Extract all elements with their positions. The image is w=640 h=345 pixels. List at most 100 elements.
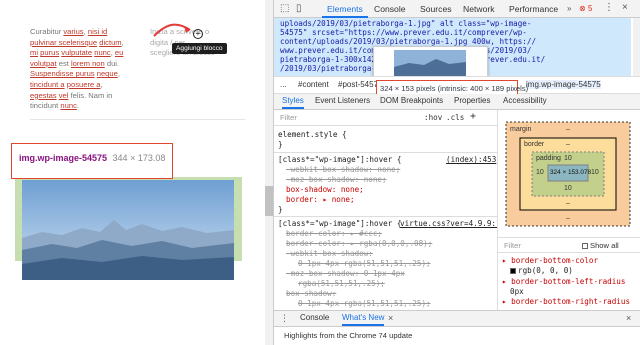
paragraph-link[interactable]: vulputate	[61, 48, 92, 57]
inspect-element-icon[interactable]: ⬚	[280, 3, 289, 14]
show-all-checkbox[interactable]: Show all	[582, 241, 619, 250]
tab-console[interactable]: Console	[374, 0, 406, 18]
paragraph-link[interactable]: neque	[97, 69, 118, 78]
image-preview-thumbnail	[374, 47, 487, 79]
paragraph-link[interactable]: egestas	[30, 91, 57, 100]
dom-scrollbar[interactable]	[633, 18, 640, 76]
tab-elements[interactable]: Elements	[322, 0, 368, 18]
close-icon[interactable]: ×	[622, 2, 628, 13]
css-property[interactable]: border: ▸ none;	[286, 195, 355, 204]
drawer-menu-icon[interactable]: ⋮	[280, 313, 289, 324]
paragraph-link[interactable]: dictum	[99, 38, 121, 47]
breadcrumb-img[interactable]: img.wp-image-54575	[526, 80, 601, 89]
tab-dom-breakpoints[interactable]: DOM Breakpoints	[380, 96, 443, 105]
paragraph-link[interactable]: varius	[63, 27, 83, 36]
devtools-drawer: ⋮ Console What's New × × Highlights from…	[274, 310, 640, 345]
paragraph-link[interactable]: lorem non	[71, 59, 105, 68]
checkbox-box[interactable]	[582, 243, 588, 249]
screenshot-root: Curabitur varius, nisi id pulvinar scele…	[0, 0, 640, 345]
computed-prop-name[interactable]: ▸ border-bottom-right-radius	[502, 297, 630, 306]
tab-properties[interactable]: Properties	[454, 96, 490, 105]
css-property-value[interactable]: rgba(51,51,51,.25);	[298, 279, 385, 288]
new-rule-button[interactable]: +	[470, 111, 476, 122]
paragraph-text: ,	[117, 69, 120, 79]
border-bottom-value[interactable]: –	[566, 200, 570, 207]
padding-left-value[interactable]: 10	[536, 169, 544, 176]
dom-line[interactable]: /2019/03/pietraborga-1-	[280, 64, 385, 73]
color-swatch[interactable]	[510, 268, 516, 274]
rule-selector[interactable]: [class*="wp-image"]:hover {	[278, 219, 401, 228]
web-page-viewport[interactable]: Curabitur varius, nisi id pulvinar scele…	[0, 0, 265, 345]
paragraph-link[interactable]: mi	[30, 48, 38, 57]
border-label: border	[524, 141, 545, 148]
margin-bottom-value[interactable]: –	[566, 215, 570, 222]
class-toggle-button[interactable]: .cls	[446, 113, 464, 122]
paragraph-link[interactable]: pulvinar scelerisque	[30, 38, 97, 47]
hover-state-button[interactable]: :hov	[424, 113, 442, 122]
css-property[interactable]: box-shadow: none;	[286, 185, 364, 194]
css-property[interactable]: -moz-box-shadow: none;	[286, 175, 387, 184]
drawer-close-icon[interactable]: ×	[626, 313, 631, 323]
breadcrumb-more[interactable]: ...	[280, 80, 287, 89]
css-property[interactable]: border-color: ▸ #ccc;	[286, 229, 382, 238]
computed-name: border-bottom-left-radius	[511, 277, 626, 286]
margin-top-value[interactable]: –	[566, 126, 570, 133]
drawer-tab-whats-new[interactable]: What's New	[342, 313, 385, 326]
mountain-image[interactable]	[22, 180, 234, 280]
computed-name: border-bottom-right-radius	[511, 297, 631, 306]
paragraph-link[interactable]: nunc	[60, 101, 76, 110]
dom-line[interactable]: uploads/2019/03/pietraborga-1.jpg" alt c…	[280, 19, 531, 28]
paragraph-link[interactable]: posuere a	[67, 80, 101, 89]
tab-sources[interactable]: Sources	[420, 0, 452, 18]
tab-styles[interactable]: Styles	[282, 96, 304, 109]
page-scrollbar-thumb[interactable]	[265, 186, 273, 216]
tab-network[interactable]: Network	[463, 0, 495, 18]
computed-prop-name[interactable]: ▸ border-bottom-color	[502, 256, 598, 265]
device-toolbar-icon[interactable]: ▯	[296, 3, 302, 14]
drawer-tab-close-icon[interactable]: ×	[388, 313, 393, 323]
paragraph-link[interactable]: nunc	[94, 48, 110, 57]
tab-accessibility[interactable]: Accessibility	[503, 96, 547, 105]
paragraph-link[interactable]: tincidunt a	[30, 80, 65, 89]
paragraph-block[interactable]: Curabitur varius, nisi id pulvinar scele…	[30, 27, 130, 112]
computed-value: 0px	[510, 287, 524, 296]
breadcrumb-content[interactable]: #content	[298, 80, 329, 89]
border-top-value[interactable]: –	[566, 141, 570, 148]
content-size[interactable]: 324 × 153.078	[550, 169, 591, 176]
error-count-badge[interactable]: ⊗ 5	[579, 4, 592, 13]
more-tabs-icon[interactable]: »	[567, 4, 571, 13]
paragraph-link[interactable]: purus	[40, 48, 59, 57]
page-scrollbar[interactable]	[265, 0, 273, 345]
breadcrumb-post[interactable]: #post-5457	[338, 80, 378, 89]
paragraph-link[interactable]: nisi id	[88, 27, 107, 36]
css-property-value[interactable]: 0 1px 4px rgba(51,51,51,.25);	[298, 259, 431, 268]
more-options-icon[interactable]: ⋮	[604, 2, 614, 13]
add-block-icon[interactable]: +	[193, 29, 203, 39]
rule-source-link[interactable]: (index):453	[446, 155, 496, 164]
paragraph-link[interactable]: vel	[59, 91, 69, 100]
computed-prop-name[interactable]: ▸ border-bottom-left-radius	[502, 277, 625, 286]
drawer-tab-console[interactable]: Console	[300, 313, 329, 322]
padding-top-value[interactable]: 10	[564, 155, 572, 162]
styles-filter-input[interactable]: Filter	[280, 113, 297, 122]
rule-selector[interactable]: [class*="wp-image"]:hover {	[278, 155, 401, 164]
padding-right-value[interactable]: 10	[591, 169, 599, 176]
rule-source-link[interactable]: virtue.css?ver=4.9.9:1	[400, 219, 497, 228]
css-property[interactable]: -moz-box-shadow: 0 1px 4px	[286, 269, 405, 278]
padding-bottom-value[interactable]: 10	[564, 185, 572, 192]
paragraph-link[interactable]: Suspendisse purus	[30, 69, 95, 78]
paragraph-text: ,	[100, 79, 103, 89]
mountain-landscape-image	[22, 180, 234, 280]
css-property-value[interactable]: 0 1px 4px rgba(51,51,51,.25);	[298, 299, 431, 308]
css-property[interactable]: border-color: ▸ rgba(0,0,0,.08);	[286, 239, 432, 248]
tab-event-listeners[interactable]: Event Listeners	[315, 96, 370, 105]
css-property[interactable]: -webkit-box-shadow:	[286, 249, 373, 258]
dom-line[interactable]: 54575" srcset="https://www.prever.edu.it…	[280, 28, 527, 37]
tooltip-tag-name: img.wp-image-54575	[19, 153, 108, 163]
css-property[interactable]: -webkit-box-shadow: none;	[286, 165, 400, 174]
dom-line[interactable]: content/uploads/2019/03/pietraborga-1.jp…	[280, 37, 536, 46]
element-style-rule[interactable]: element.style {	[278, 130, 347, 139]
computed-filter-input[interactable]: Filter	[504, 241, 521, 250]
tab-performance[interactable]: Performance	[509, 0, 558, 18]
css-property[interactable]: box-shadow:	[286, 289, 336, 298]
